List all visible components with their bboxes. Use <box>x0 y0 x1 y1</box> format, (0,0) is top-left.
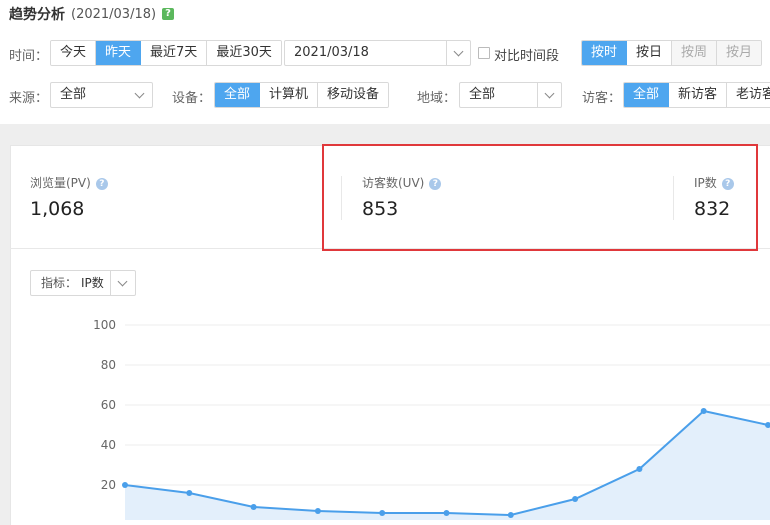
source-dropdown-toggle[interactable] <box>128 83 152 107</box>
title-text: 趋势分析 <box>9 7 65 23</box>
region-select[interactable]: 全部 <box>459 82 562 108</box>
source-select[interactable]: 全部 <box>50 82 153 108</box>
y-tick-label: 20 <box>101 478 116 492</box>
device-computer-button[interactable]: 计算机 <box>260 83 319 107</box>
source-value: 全部 <box>60 87 87 102</box>
y-tick-label: 100 <box>93 318 116 332</box>
granularity-group: 按时 按日 按周 按月 <box>581 40 763 66</box>
data-point <box>122 482 128 488</box>
series-area <box>125 411 770 520</box>
granularity-month-button: 按月 <box>717 41 762 65</box>
region-value: 全部 <box>469 87 496 102</box>
time-30days-button[interactable]: 最近30天 <box>207 41 281 65</box>
date-picker[interactable]: 2021/03/18 <box>284 40 471 66</box>
granularity-hour-button[interactable]: 按时 <box>582 41 628 65</box>
device-label: 设备： <box>172 91 212 106</box>
compare-label: 对比时间段 <box>494 49 560 64</box>
metric-pv: 浏览量(PV)? <box>30 174 108 191</box>
date-dropdown-toggle[interactable] <box>446 41 470 65</box>
device-mobile-button[interactable]: 移动设备 <box>318 83 389 107</box>
compare-checkbox[interactable] <box>478 47 490 59</box>
indicator-label: 指标： IP数 <box>31 271 111 295</box>
y-tick-label: 80 <box>101 358 116 372</box>
visitor-label: 访客： <box>582 91 622 106</box>
indicator-select[interactable]: 指标： IP数 <box>30 270 136 296</box>
page-title: 趋势分析 (2021/03/18) ? <box>9 4 175 24</box>
chevron-down-icon <box>453 46 464 57</box>
chevron-down-icon <box>134 88 145 99</box>
trend-chart: 20 40 60 80 100 <box>93 318 770 520</box>
visitor-group: 全部 新访客 老访客 <box>623 82 770 108</box>
indicator-dropdown-toggle[interactable] <box>111 271 135 295</box>
metric-pv-label: 浏览量(PV) <box>30 176 91 190</box>
time-today-button[interactable]: 今天 <box>51 41 97 65</box>
highlight-box <box>322 144 758 251</box>
time-range-group: 今天 昨天 最近7天 最近30天 <box>50 40 282 66</box>
indicator-value: IP数 <box>81 276 104 290</box>
help-icon[interactable]: ? <box>162 8 175 20</box>
visitor-returning-button[interactable]: 老访客 <box>727 83 770 107</box>
y-tick-label: 60 <box>101 398 116 412</box>
time-7days-button[interactable]: 最近7天 <box>141 41 208 65</box>
region-dropdown-toggle[interactable] <box>537 83 561 107</box>
granularity-day-button[interactable]: 按日 <box>627 41 673 65</box>
data-point <box>314 508 321 514</box>
data-point <box>379 510 386 516</box>
help-icon[interactable]: ? <box>95 177 108 190</box>
date-value: 2021/03/18 <box>294 45 369 60</box>
chevron-down-icon <box>117 276 128 287</box>
data-point <box>443 510 450 516</box>
chevron-down-icon <box>544 88 555 99</box>
data-point <box>636 466 643 472</box>
title-date: (2021/03/18) <box>71 6 157 22</box>
device-all-button[interactable]: 全部 <box>215 83 261 107</box>
y-tick-label: 40 <box>101 438 116 452</box>
time-label: 时间： <box>9 49 49 64</box>
region-label: 地域： <box>417 91 457 106</box>
device-group: 全部 计算机 移动设备 <box>214 82 390 108</box>
granularity-week-button: 按周 <box>672 41 718 65</box>
metric-pv-value: 1,068 <box>30 198 85 220</box>
data-point <box>250 504 257 510</box>
visitor-all-button[interactable]: 全部 <box>624 83 670 107</box>
source-label: 来源： <box>9 91 49 106</box>
data-point <box>700 408 707 414</box>
data-point <box>507 512 514 518</box>
data-point <box>572 496 579 502</box>
visitor-new-button[interactable]: 新访客 <box>669 83 728 107</box>
data-point <box>186 490 193 496</box>
time-yesterday-button[interactable]: 昨天 <box>96 41 142 65</box>
